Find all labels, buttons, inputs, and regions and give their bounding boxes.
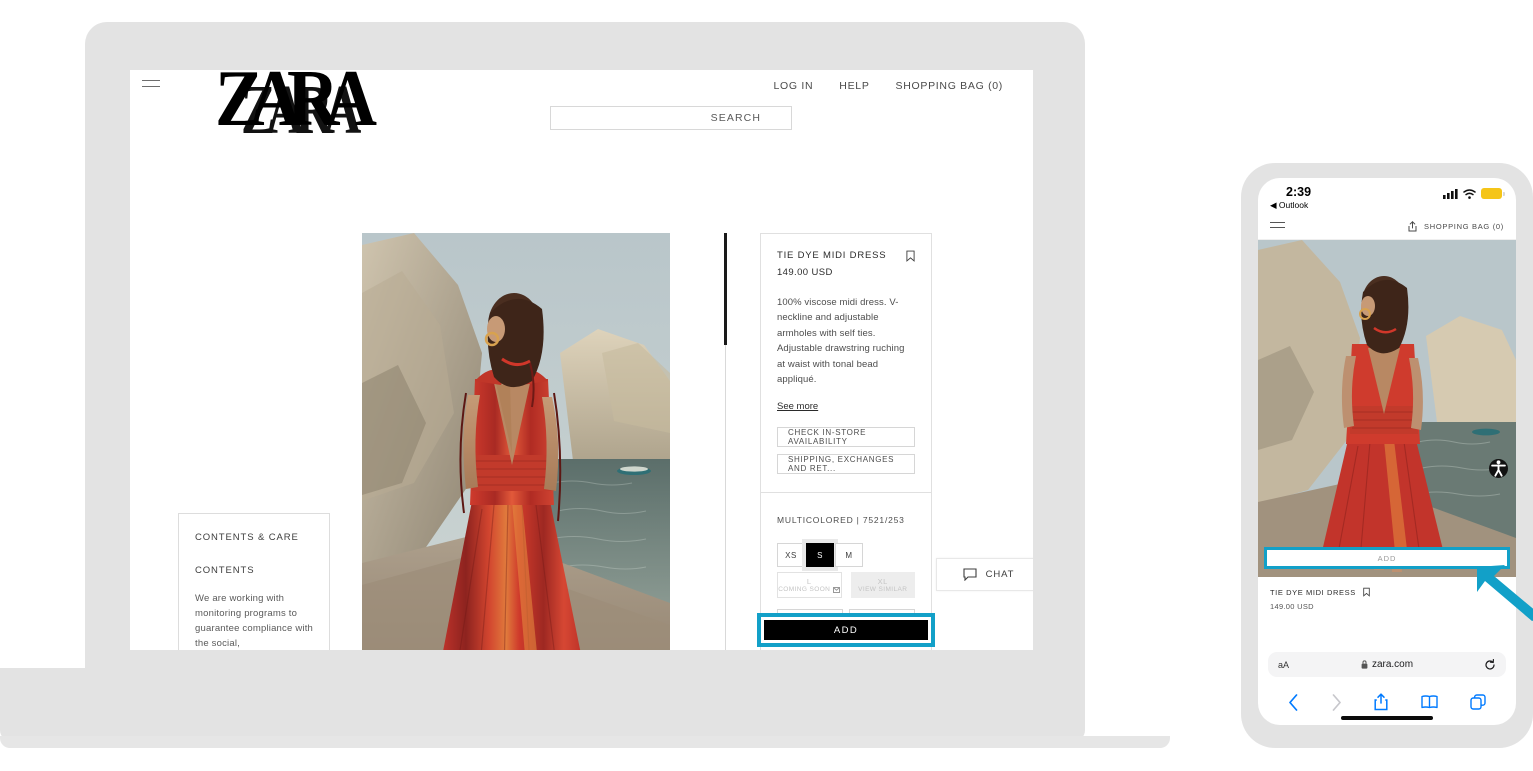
chevron-left-icon[interactable] [1288,693,1299,711]
status-bar: 2:39 ◀ Outlook [1258,178,1516,214]
hamburger-icon[interactable] [142,80,160,92]
size-row-primary: XS S M [777,539,915,572]
hamburger-icon[interactable] [1270,221,1285,232]
contents-card-heading: CONTENTS & CARE [195,532,299,543]
phone-screen: 2:39 ◀ Outlook SHOPPING BAG (0) ADD TIE … [1258,178,1516,725]
product-summary-box: TIE DYE MIDI DRESS 149.00 USD 100% visco… [760,233,932,494]
mobile-add-button-highlight: ADD [1264,547,1510,569]
safari-url-pill[interactable]: aA zara.com [1268,652,1506,677]
tabs-icon[interactable] [1470,694,1486,710]
mobile-accessibility-button[interactable] [1489,459,1508,478]
mobile-product-title: TIE DYE MIDI DRESS [1270,587,1356,597]
nav-link-shopping-bag[interactable]: SHOPPING BAG (0) [896,80,1003,92]
annotation-arrow-phone [1477,565,1533,621]
site-header: ZARA ZARA LOG IN HELP SHOPPING BAG (0) S… [130,70,1033,158]
laptop-base [0,668,1085,742]
contents-card-body: We are working with monitoring programs … [195,593,314,649]
safari-url-text: zara.com [1371,659,1414,670]
product-title: TIE DYE MIDI DRESS [777,250,887,261]
size-option-xl-sub: VIEW SIMILAR [858,586,908,594]
laptop-mockup: ZARA ZARA LOG IN HELP SHOPPING BAG (0) S… [0,22,1185,752]
safari-url-bar: aA zara.com [1258,652,1516,677]
chat-widget[interactable]: CHAT [936,558,1033,591]
nav-link-login[interactable]: LOG IN [774,80,814,92]
mobile-product-price: 149.00 USD [1270,602,1314,611]
shipping-exchanges-returns-button[interactable]: SHIPPING, EXCHANGES AND RET... [777,454,915,475]
check-in-store-availability-button[interactable]: CHECK IN-STORE AVAILABILITY [777,427,915,448]
contents-card-subheading: CONTENTS [195,565,255,576]
top-nav: LOG IN HELP SHOPPING BAG (0) [774,80,1004,92]
chat-label: CHAT [985,569,1015,580]
battery-low-power-icon [1481,188,1505,199]
product-photo[interactable] [362,233,670,650]
nav-link-help[interactable]: HELP [839,80,869,92]
product-description: 100% viscose midi dress. V-neckline and … [777,297,905,385]
size-option-xs[interactable]: XS [777,543,805,568]
lock-icon [1361,660,1368,669]
add-button[interactable]: ADD [764,620,928,640]
phone-mockup: 2:39 ◀ Outlook SHOPPING BAG (0) ADD TIE … [1241,163,1533,748]
zara-logo[interactable]: ZARA ZARA [215,70,377,146]
laptop-screen: ZARA ZARA LOG IN HELP SHOPPING BAG (0) S… [130,70,1033,650]
book-icon[interactable] [1420,695,1438,709]
size-option-l[interactable]: L COMING SOON [777,572,842,599]
safari-toolbar [1258,693,1516,711]
size-option-s[interactable]: S [802,539,838,572]
search-input[interactable]: SEARCH [550,106,792,130]
product-info-column: TIE DYE MIDI DRESS 149.00 USD 100% visco… [760,233,932,650]
laptop-foot [0,736,1170,748]
contents-and-care-card: CONTENTS & CARE CONTENTS We are working … [178,513,330,650]
chat-bubble-icon [963,568,977,581]
accessibility-icon [1491,460,1506,477]
mobile-site-header: SHOPPING BAG (0) [1258,214,1516,240]
zara-logo-overlay: ZARA [241,72,361,150]
share-icon[interactable] [1408,221,1417,232]
share-icon[interactable] [1374,693,1389,711]
status-indicators [1443,188,1505,199]
status-back-app[interactable]: ◀ Outlook [1270,200,1308,211]
size-option-m[interactable]: M [835,543,863,568]
size-option-l-sub: COMING SOON [778,586,831,594]
status-back-app-label: Outlook [1278,200,1309,210]
chevron-right-icon [1332,693,1342,711]
photo-scroll-indicator [724,233,727,650]
add-button-highlight: ADD [757,613,935,647]
wifi-icon [1463,188,1476,199]
product-price: 149.00 USD [777,267,833,278]
bookmark-icon[interactable] [1363,587,1370,597]
size-row-secondary: L COMING SOON XL VIEW SIMILAR [777,572,915,599]
envelope-icon [833,586,841,593]
mobile-product-photo-image [1258,240,1516,577]
cellular-signal-icon [1443,188,1458,199]
mobile-shopping-bag-label[interactable]: SHOPPING BAG (0) [1424,222,1504,231]
size-option-xl-label: XL [877,577,888,587]
size-option-xl[interactable]: XL VIEW SIMILAR [850,572,915,599]
size-option-l-label: L [806,577,812,587]
mobile-add-button[interactable]: ADD [1267,550,1507,566]
product-color-code: MULTICOLORED | 7521/253 [777,515,905,526]
bookmark-icon[interactable] [906,250,915,262]
mobile-product-photo[interactable]: ADD [1258,240,1516,577]
product-photo-image [362,233,670,650]
home-indicator [1341,716,1433,720]
search-label: SEARCH [710,112,761,124]
product-see-more[interactable]: See more [777,401,818,412]
